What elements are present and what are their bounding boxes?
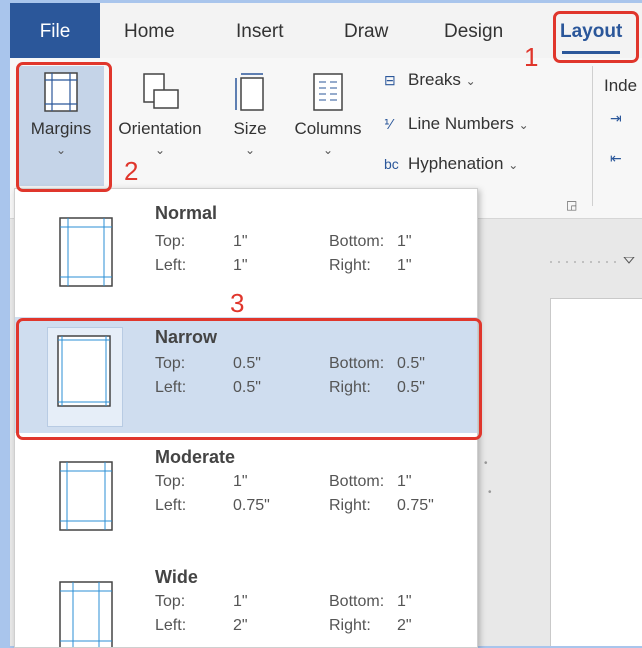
step-number-1: 1	[524, 42, 539, 72]
normal-margins-icon	[59, 217, 113, 287]
margin-option-normal[interactable]: Normal Top: 1" Bottom: 1" Left: 1" Right…	[15, 189, 477, 309]
size-label: Size	[233, 119, 267, 138]
indent-right-icon[interactable]: ⇤	[610, 150, 622, 167]
option-name: Normal	[155, 203, 218, 223]
margin-option-moderate[interactable]: Moderate Top: 1" Bottom: 1" Left: 0.75" …	[15, 439, 477, 559]
dialog-launcher-icon[interactable]: ◲	[566, 198, 577, 212]
wide-margins-icon	[59, 581, 113, 647]
breaks-label: Breaks	[408, 70, 461, 89]
size-icon	[235, 73, 264, 111]
dot-marker: •	[484, 458, 488, 469]
hyphenation-button[interactable]: bc Hyphenation ⌄	[384, 154, 518, 174]
option-name: Wide	[155, 567, 198, 587]
columns-icon	[313, 73, 343, 111]
annotation-box-narrow	[16, 318, 482, 440]
chevron-down-icon: ⌄	[322, 143, 334, 157]
tab-design[interactable]: Design	[444, 3, 503, 58]
group-separator	[592, 66, 593, 206]
tab-draw[interactable]: Draw	[344, 3, 388, 58]
chevron-down-icon: ⌄	[465, 74, 476, 88]
tab-file[interactable]: File	[10, 3, 100, 58]
chevron-down-icon: ⌄	[508, 158, 519, 172]
columns-button[interactable]: Columns ⌄	[288, 66, 368, 186]
document-page[interactable]	[550, 298, 642, 646]
line-numbers-label: Line Numbers	[408, 114, 514, 133]
chevron-down-icon: ⌄	[154, 143, 166, 157]
moderate-margins-icon	[59, 461, 113, 531]
indent-label: Inde	[604, 76, 638, 95]
ribbon-tab-bar: File Home Insert Draw Design Layout	[10, 3, 642, 58]
step-number-2: 2	[124, 156, 139, 186]
orientation-label: Orientation	[118, 119, 202, 138]
tab-home[interactable]: Home	[124, 3, 175, 58]
margin-option-wide[interactable]: Wide Top: 1" Bottom: 1" Left: 2" Right: …	[15, 561, 477, 647]
annotation-box-layout	[553, 11, 639, 63]
breaks-button[interactable]: ⊟ Breaks ⌄	[384, 70, 476, 90]
size-button[interactable]: Size ⌄	[224, 66, 276, 186]
ruler	[550, 257, 635, 264]
chevron-down-icon: ⌄	[518, 118, 529, 132]
line-numbers-button[interactable]: ⅟ Line Numbers ⌄	[384, 114, 529, 134]
hyphenation-label: Hyphenation	[408, 154, 504, 173]
annotation-box-margins	[16, 62, 112, 192]
step-number-3: 3	[230, 288, 245, 318]
chevron-down-icon: ⌄	[244, 143, 256, 157]
breaks-icon: ⊟	[384, 72, 396, 88]
orientation-icon	[143, 73, 179, 109]
dot-marker: •	[488, 487, 492, 498]
columns-label: Columns	[294, 119, 362, 138]
indent-left-icon[interactable]: ⇥	[610, 110, 622, 127]
option-name: Moderate	[155, 447, 236, 467]
line-numbers-icon: ⅟	[384, 116, 392, 132]
tab-insert[interactable]: Insert	[236, 3, 284, 58]
hyphenation-icon: bc	[384, 156, 399, 172]
